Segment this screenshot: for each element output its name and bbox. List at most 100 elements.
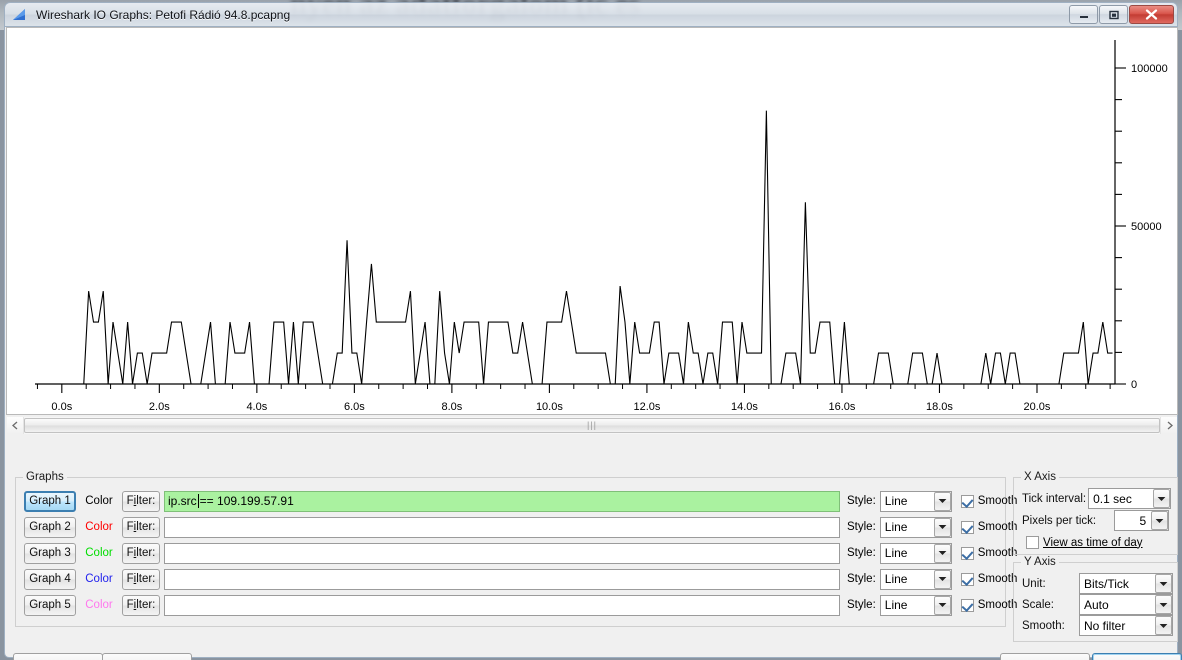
graph-1-style-value: Line: [884, 494, 908, 508]
graph-5-style-combo[interactable]: Line: [879, 594, 952, 616]
y-smooth-label: Smooth:: [1022, 619, 1065, 632]
graph-5-filter-button[interactable]: Fi lter:: [122, 594, 160, 616]
graph-2-color-button[interactable]: Color: [80, 521, 118, 533]
graph-row-3: Graph 3 Color Fi lter: Style: Line Smooth: [24, 542, 1017, 564]
graph-3-smooth-checkbox[interactable]: [960, 546, 974, 560]
y-tick-label: 0: [1131, 379, 1137, 391]
help-button[interactable]: Help: [13, 653, 103, 660]
graph-3-smooth-label: Smooth: [977, 547, 1018, 559]
graph-4-color-button[interactable]: Color: [80, 573, 118, 585]
view-as-time-of-day-checkbox[interactable]: [1026, 536, 1039, 549]
graph-2-style-label: Style:: [847, 521, 876, 533]
unit-label: Unit:: [1022, 577, 1046, 590]
dialog-client-area: 0.0s 2.0s 4.0s 6.0s 8.0s 10.0s 12.0s 14.0s 16.0s…: [4, 27, 1182, 660]
graph-5-filter-input[interactable]: [164, 594, 840, 616]
wireshark-io-graphs-window: Wireshark IO Graphs: Petofi Rádió 94.8.p…: [0, 0, 1182, 660]
y-tick-label: 100000: [1131, 63, 1168, 75]
pixels-per-tick-value: 5: [1139, 513, 1147, 528]
io-graph-plot[interactable]: 0.0s 2.0s 4.0s 6.0s 8.0s 10.0s 12.0s 14.0s 16.0s…: [6, 27, 1178, 415]
scale-row: Scale: Auto: [1022, 594, 1173, 615]
scale-combo[interactable]: Auto: [1079, 594, 1173, 615]
graph-3-color-button[interactable]: Color: [80, 547, 118, 559]
graph-4-style-combo[interactable]: Line: [879, 568, 952, 590]
x-tick-label: 14.0s: [731, 401, 758, 413]
chevron-down-icon[interactable]: [1153, 489, 1171, 508]
chevron-down-icon[interactable]: [933, 517, 951, 537]
y-axis-tick-labels: 0 50000 100000: [1131, 63, 1168, 391]
graph-2-smooth-label: Smooth: [977, 521, 1018, 533]
chevron-down-icon[interactable]: [1155, 616, 1172, 635]
tick-interval-value: 0.1 sec: [1093, 491, 1132, 506]
graph-2-smooth-checkbox[interactable]: [960, 520, 974, 534]
graph-5-toggle-button[interactable]: Graph 5: [24, 594, 76, 616]
graph-5-color-button[interactable]: Color: [80, 599, 118, 611]
chevron-down-icon[interactable]: [1151, 511, 1169, 530]
x-tick-label: 0.0s: [51, 401, 72, 413]
graph-4-style-label: Style:: [847, 573, 876, 585]
chevron-down-icon[interactable]: [933, 595, 951, 615]
graph-2-style-combo[interactable]: Line: [879, 516, 952, 538]
graph-3-filter-button[interactable]: Fi lter:: [122, 542, 160, 564]
scrollbar-right-arrow[interactable]: [1161, 417, 1177, 434]
plot-horizontal-scrollbar[interactable]: |||: [7, 417, 1177, 434]
x-axis-group: X Axis Tick interval: 0.1 sec Pixels per…: [1013, 471, 1178, 555]
graph-1-filter-button[interactable]: Fi lter:: [122, 490, 160, 512]
graph-4-filter-button[interactable]: Fi lter:: [122, 568, 160, 590]
scrollbar-left-arrow[interactable]: [7, 417, 23, 434]
graph-3-toggle-button[interactable]: Graph 3: [24, 542, 76, 564]
graph-1-color-button[interactable]: Color: [80, 495, 118, 507]
graphs-group: Graphs Graph 1 Color Fi lter: ip.src == 109.1…: [15, 471, 1017, 627]
chevron-down-icon[interactable]: [933, 491, 951, 511]
close-button[interactable]: [1129, 5, 1174, 24]
graph-1-style-combo[interactable]: Line: [879, 490, 952, 512]
chevron-down-icon[interactable]: [933, 569, 951, 589]
graph-3-style-value: Line: [884, 546, 908, 560]
y-axis-group-title: Y Axis: [1021, 556, 1059, 568]
chevron-down-icon[interactable]: [933, 543, 951, 563]
y-tick-label: 50000: [1131, 221, 1162, 233]
x-tick-label: 4.0s: [246, 401, 267, 413]
graph-3-style-combo[interactable]: Line: [879, 542, 952, 564]
graph-3-filter-input[interactable]: [164, 542, 840, 564]
graph-2-filter-input[interactable]: [164, 516, 840, 538]
graph-2-filter-button[interactable]: Fi lter:: [122, 516, 160, 538]
y-smooth-row: Smooth: No filter: [1022, 615, 1173, 636]
graph-5-smooth-label: Smooth: [977, 599, 1018, 611]
filter-text-after-caret: == 109.199.57.91: [199, 494, 294, 508]
window-title-bar[interactable]: Wireshark IO Graphs: Petofi Rádió 94.8.p…: [4, 2, 1178, 27]
unit-row: Unit: Bits/Tick: [1022, 573, 1173, 594]
graph-4-smooth-checkbox[interactable]: [960, 572, 974, 586]
graph-1-smooth-checkbox[interactable]: [960, 494, 974, 508]
graph-5-style-value: Line: [884, 598, 908, 612]
graph-1-toggle-button[interactable]: Graph 1: [24, 490, 76, 512]
tick-interval-combo[interactable]: 0.1 sec: [1088, 488, 1172, 509]
x-tick-label: 20.0s: [1024, 401, 1051, 413]
save-button[interactable]: Save: [1000, 653, 1090, 660]
scrollbar-track[interactable]: |||: [23, 417, 1161, 434]
y-smooth-value: No filter: [1084, 618, 1126, 633]
graph-4-smooth-label: Smooth: [977, 573, 1018, 585]
graph-2-toggle-button[interactable]: Graph 2: [24, 516, 76, 538]
close-dialog-button[interactable]: Close: [1092, 653, 1182, 660]
copy-button[interactable]: Copy: [102, 653, 192, 660]
pixels-per-tick-label: Pixels per tick:: [1022, 514, 1097, 527]
minimize-button[interactable]: [1069, 5, 1098, 24]
pixels-per-tick-combo[interactable]: 5: [1114, 510, 1170, 531]
scrollbar-thumb[interactable]: |||: [24, 418, 1160, 433]
unit-combo[interactable]: Bits/Tick: [1079, 573, 1173, 594]
tick-interval-label: Tick interval:: [1022, 492, 1087, 505]
graph-4-toggle-button[interactable]: Graph 4: [24, 568, 76, 590]
graph-1-filter-input[interactable]: ip.src == 109.199.57.91: [164, 490, 840, 512]
view-as-time-of-day-row[interactable]: View as time of day: [1022, 532, 1143, 553]
graph-row-2: Graph 2 Color Fi lter: Style: Line Smooth: [24, 516, 1017, 538]
chevron-down-icon[interactable]: [1155, 574, 1172, 593]
graph-3-style-label: Style:: [847, 547, 876, 559]
graph-2-style-value: Line: [884, 520, 908, 534]
graph-4-filter-input[interactable]: [164, 568, 840, 590]
chevron-down-icon[interactable]: [1155, 595, 1172, 614]
graph-5-style-label: Style:: [847, 599, 876, 611]
maximize-button[interactable]: [1099, 5, 1128, 24]
scale-value: Auto: [1084, 597, 1109, 612]
y-smooth-combo[interactable]: No filter: [1079, 615, 1173, 636]
graph-5-smooth-checkbox[interactable]: [960, 598, 974, 612]
